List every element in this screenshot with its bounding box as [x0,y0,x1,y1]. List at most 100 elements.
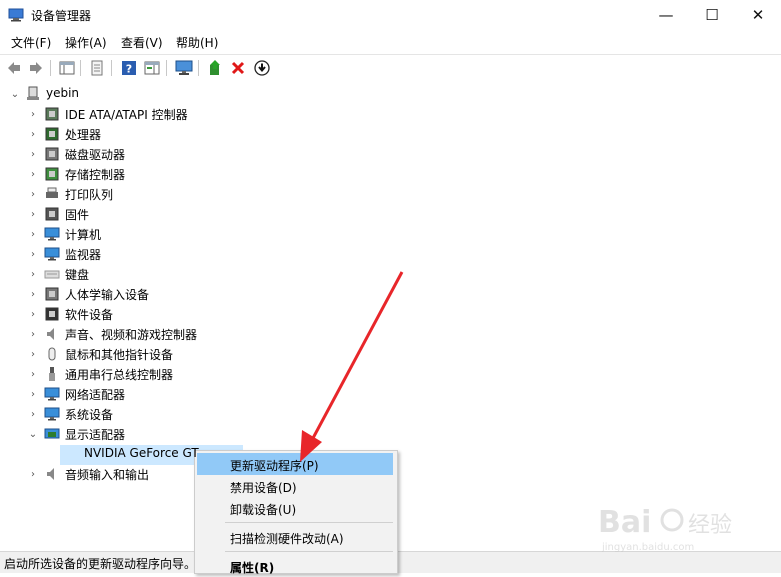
tree-category-item[interactable]: › 软件设备 [0,304,781,324]
menu-uninstall-device-label: 卸载设备(U) [230,503,297,517]
tree-item-label: NVIDIA GeForce GT [84,446,199,460]
update-driver-icon [210,60,220,75]
menu-help[interactable]: 帮助(H) [176,34,218,51]
chevron-right-icon[interactable]: › [28,169,38,180]
ide-controller-icon [45,107,59,121]
tree-item-label: 计算机 [65,228,102,242]
system-device-icon [44,407,60,421]
menu-properties[interactable]: 属性(R) [197,555,393,577]
tree-category-item[interactable]: › 人体学输入设备 [0,284,781,304]
menu-file[interactable]: 文件(F) [11,34,51,51]
disk-drive-icon [45,147,59,161]
hid-icon [45,287,59,301]
software-device-icon [45,307,59,321]
tree-category-item[interactable]: › 监视器 [0,244,781,264]
toolbar: ? [0,54,781,82]
firmware-icon [45,207,59,221]
chevron-right-icon[interactable]: › [28,469,38,480]
tree-category-item[interactable]: › 处理器 [0,124,781,144]
chevron-right-icon[interactable]: › [28,229,38,240]
chevron-right-icon[interactable]: › [28,329,38,340]
tree-category-item[interactable]: › 网络适配器 [0,384,781,404]
tree-item-label: 网络适配器 [65,388,126,402]
tree-category-item[interactable]: › 打印队列 [0,184,781,204]
chevron-down-icon[interactable]: ⌄ [28,429,38,440]
action-pane-icon [144,61,160,75]
back-button[interactable] [5,59,23,77]
tree-category-item[interactable]: › 磁盘驱动器 [0,144,781,164]
tree-root[interactable]: ⌄ yebin [0,84,781,104]
menu-update-driver[interactable]: 更新驱动程序(P) [197,453,393,475]
monitor-icon [44,247,60,261]
window-title: 设备管理器 [31,9,92,23]
chevron-right-icon[interactable]: › [28,269,38,280]
menu-view[interactable]: 查看(V) [121,34,163,51]
tree-item-label: 监视器 [65,248,102,262]
chevron-down-icon[interactable]: ⌄ [10,89,20,100]
toolbar-separator [50,60,51,76]
tree-category-item[interactable]: › 存储控制器 [0,164,781,184]
menu-update-driver-label: 更新驱动程序(P) [230,459,319,473]
baidu-jingyan-watermark: Bai 经验 jingyan.baidu.com [598,505,732,553]
help-icon: ? [122,61,136,76]
tree-item-label: 声音、视频和游戏控制器 [65,328,198,342]
update-driver-button[interactable] [206,59,224,77]
chevron-right-icon[interactable]: › [28,249,38,260]
uninstall-button[interactable] [229,59,247,77]
tree-category-item[interactable]: › 固件 [0,204,781,224]
scan-monitor-button[interactable] [175,59,193,77]
audio-io-icon [47,468,54,480]
chevron-right-icon[interactable]: › [28,129,38,140]
tree-root-label: yebin [46,86,80,100]
forward-arrow-icon [30,62,42,74]
tree-item-label: 磁盘驱动器 [65,148,126,162]
tree-category-item[interactable]: › 系统设备 [0,404,781,424]
chevron-right-icon[interactable]: › [28,149,38,160]
sound-icon [47,328,54,340]
menu-disable-device[interactable]: 禁用设备(D) [197,475,393,497]
chevron-right-icon[interactable]: › [28,409,38,420]
keyboard-icon [44,270,60,279]
watermark-url: jingyan.baidu.com [601,542,694,553]
help-button[interactable]: ? [120,59,138,77]
close-button[interactable]: ✕ [735,0,781,30]
chevron-right-icon[interactable]: › [28,389,38,400]
tree-category-item[interactable]: › 鼠标和其他指针设备 [0,344,781,364]
chevron-right-icon[interactable]: › [28,309,38,320]
tree-category-item[interactable]: › 通用串行总线控制器 [0,364,781,384]
chevron-right-icon[interactable]: › [28,349,38,360]
menu-uninstall-device[interactable]: 卸载设备(U) [197,497,393,519]
tree-category-item[interactable]: › 计算机 [0,224,781,244]
tree-category-item[interactable]: › 声音、视频和游戏控制器 [0,324,781,344]
network-adapter-icon [44,387,60,401]
show-hide-tree-button[interactable] [58,59,76,77]
tree-item-label: 人体学输入设备 [65,288,150,302]
toolbar-separator [166,60,167,76]
tree-item-label: 软件设备 [65,308,114,322]
tree-item-label: 系统设备 [65,408,114,422]
menu-action[interactable]: 操作(A) [65,34,107,51]
menu-scan-hardware[interactable]: 扫描检测硬件改动(A) [197,526,393,548]
tree-category-item[interactable]: › IDE ATA/ATAPI 控制器 [0,104,781,124]
chevron-right-icon[interactable]: › [28,109,38,120]
minimize-button[interactable]: — [643,0,689,30]
chevron-right-icon[interactable]: › [28,369,38,380]
chevron-right-icon[interactable]: › [28,209,38,220]
tree-item-label: 显示适配器 [65,428,126,442]
storage-controller-icon [45,167,59,181]
tree-item-label: 通用串行总线控制器 [65,368,174,382]
properties-sheet-button[interactable] [88,59,106,77]
computer-icon [44,227,60,241]
install-driver-button[interactable] [253,59,271,77]
chevron-right-icon[interactable]: › [28,189,38,200]
chevron-right-icon[interactable]: › [28,289,38,300]
tree-category-item[interactable]: ⌄ 显示适配器 [0,424,781,444]
tree-category-item[interactable]: › 键盘 [0,264,781,284]
console-tree-icon [59,61,75,75]
forward-button[interactable] [27,59,45,77]
status-text: 启动所选设备的更新驱动程序向导。 [4,557,197,571]
action-pane-button[interactable] [143,59,161,77]
menu-properties-label: 属性(R) [230,561,275,575]
back-arrow-icon [8,62,20,74]
maximize-button[interactable]: ☐ [689,0,735,30]
